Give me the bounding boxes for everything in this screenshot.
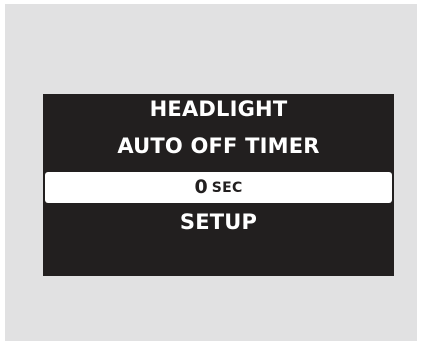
menu-title-line1: HEADLIGHT	[149, 97, 288, 121]
setup-label: SETUP	[179, 210, 258, 234]
menu-title-line2: AUTO OFF TIMER	[117, 134, 320, 158]
timer-value: 0	[194, 176, 208, 198]
timer-unit: SEC	[211, 179, 243, 196]
instrument-panel-frame: HEADLIGHT AUTO OFF TIMER 0 SEC SETUP	[5, 4, 417, 341]
display-screen: HEADLIGHT AUTO OFF TIMER 0 SEC SETUP	[43, 94, 394, 276]
timer-value-selector[interactable]: 0 SEC	[45, 172, 392, 203]
